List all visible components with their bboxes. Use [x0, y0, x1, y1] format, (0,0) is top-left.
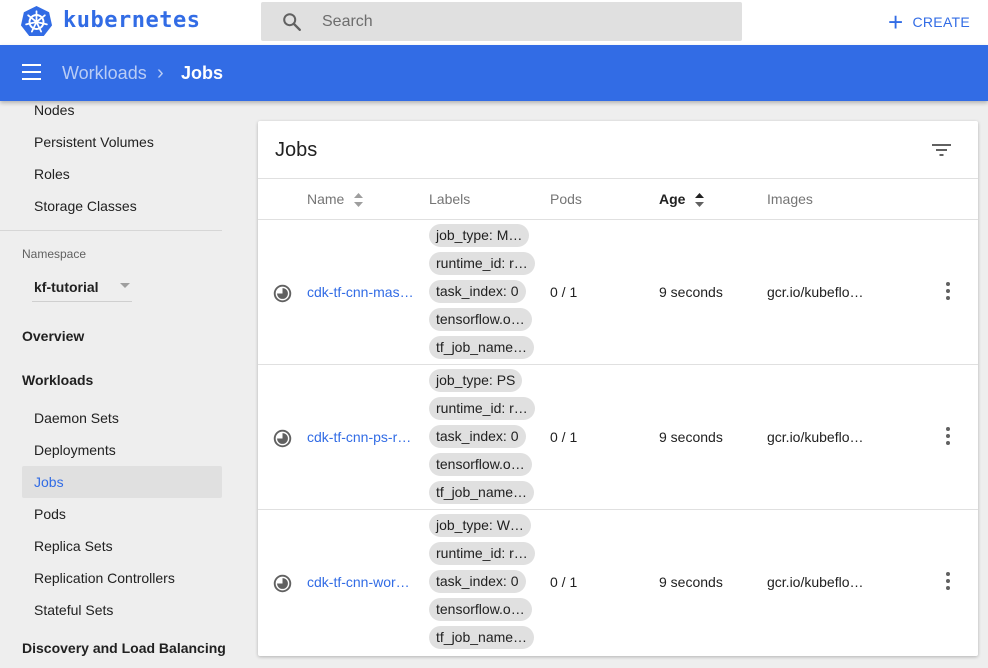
job-age: 9 seconds: [659, 284, 723, 300]
column-header-pods: Pods: [550, 191, 582, 207]
sidebar-item-jobs[interactable]: Jobs: [22, 466, 222, 498]
namespace-label: Namespace: [22, 247, 87, 261]
sidebar-workloads[interactable]: Workloads: [22, 372, 93, 388]
card-title: Jobs: [275, 139, 318, 161]
chevron-right-icon: ›: [157, 62, 164, 84]
label-chip: job_type: M…: [429, 224, 530, 247]
sort-icon: [695, 193, 705, 208]
job-age: 9 seconds: [659, 574, 723, 590]
label-chip: runtime_id: r…: [429, 397, 535, 420]
column-label: Name: [307, 191, 345, 207]
breadcrumb-workloads[interactable]: Workloads: [62, 63, 147, 84]
nav-bar: Workloads › Jobs: [0, 45, 988, 101]
label-chip: task_index: 0: [429, 280, 526, 303]
job-image: gcr.io/kubeflo…: [767, 284, 864, 300]
search-bar[interactable]: [261, 2, 742, 41]
label-chip: job_type: W…: [429, 514, 531, 537]
job-name-link[interactable]: cdk-tf-cnn-wor…: [307, 574, 410, 590]
pods-count: 0 / 1: [550, 284, 578, 300]
label-chip: task_index: 0: [429, 425, 526, 448]
dropdown-arrow-icon: [120, 283, 130, 288]
label-chip: tensorflow.o…: [429, 308, 532, 331]
label-chip: tf_job_name…: [429, 336, 535, 359]
job-name-link[interactable]: cdk-tf-cnn-mas…: [307, 284, 414, 300]
label-chip: job_type: PS: [429, 369, 523, 392]
sidebar-item-replica-sets[interactable]: Replica Sets: [22, 530, 222, 562]
more-vert-icon[interactable]: [940, 572, 956, 594]
search-input[interactable]: [322, 2, 722, 41]
sidebar-item-nodes[interactable]: Nodes: [22, 94, 222, 126]
label-chip: tf_job_name…: [429, 481, 535, 504]
divider: [258, 178, 978, 179]
create-label: CREATE: [912, 14, 971, 30]
label-chip: runtime_id: r…: [429, 542, 535, 565]
more-vert-icon[interactable]: [940, 427, 956, 449]
sidebar-discovery-load-balancing[interactable]: Discovery and Load Balancing: [22, 640, 226, 656]
label-chip: runtime_id: r…: [429, 252, 535, 275]
label-chip: task_index: 0: [429, 570, 526, 593]
sidebar-item-replication-controllers[interactable]: Replication Controllers: [22, 562, 222, 594]
sidebar-item-stateful-sets[interactable]: Stateful Sets: [22, 594, 222, 626]
pending-status-icon: [273, 574, 292, 593]
pods-count: 0 / 1: [550, 429, 578, 445]
label-chip: tensorflow.o…: [429, 453, 532, 476]
namespace-value: kf-tutorial: [34, 279, 99, 295]
sidebar-item-pods[interactable]: Pods: [22, 498, 222, 530]
sidebar-divider: [0, 230, 222, 231]
job-image: gcr.io/kubeflo…: [767, 574, 864, 590]
namespace-select[interactable]: kf-tutorial: [32, 272, 132, 302]
pending-status-icon: [273, 429, 292, 448]
label-chip: tf_job_name…: [429, 626, 535, 649]
plus-icon: +: [888, 7, 904, 37]
pending-status-icon: [273, 284, 292, 303]
sidebar-item-persistent-volumes[interactable]: Persistent Volumes: [22, 126, 222, 158]
sidebar-item-deployments[interactable]: Deployments: [22, 434, 222, 466]
job-image: gcr.io/kubeflo…: [767, 429, 864, 445]
column-header-age[interactable]: Age: [659, 191, 705, 208]
job-age: 9 seconds: [659, 429, 723, 445]
sort-icon: [354, 193, 364, 208]
pods-count: 0 / 1: [550, 574, 578, 590]
table-row: cdk-tf-cnn-mas… job_type: M… runtime_id:…: [258, 220, 978, 365]
table-row: cdk-tf-cnn-wor… job_type: W… runtime_id:…: [258, 510, 978, 655]
filter-icon[interactable]: [932, 143, 951, 157]
column-header-images: Images: [767, 191, 813, 207]
brand-name[interactable]: kubernetes: [63, 8, 200, 33]
label-chip: tensorflow.o…: [429, 598, 532, 621]
column-header-labels: Labels: [429, 191, 471, 207]
breadcrumb-current: Jobs: [181, 63, 224, 83]
table-row: cdk-tf-cnn-ps-r… job_type: PS runtime_id…: [258, 365, 978, 510]
kubernetes-logo-icon[interactable]: [20, 5, 53, 38]
column-header-name[interactable]: Name: [307, 191, 364, 208]
column-label: Age: [659, 191, 686, 207]
jobs-card: Jobs Name Labels Pods Age Images cdk-tf-…: [258, 121, 978, 656]
top-bar: kubernetes + CREATE: [0, 0, 988, 45]
sidebar-item-daemon-sets[interactable]: Daemon Sets: [22, 402, 222, 434]
sidebar-item-roles[interactable]: Roles: [22, 158, 222, 190]
create-button[interactable]: + CREATE: [888, 7, 971, 37]
search-icon: [283, 13, 301, 31]
hamburger-menu-icon[interactable]: [22, 64, 41, 81]
sidebar-overview[interactable]: Overview: [22, 328, 84, 344]
sidebar-item-storage-classes[interactable]: Storage Classes: [22, 190, 222, 222]
job-name-link[interactable]: cdk-tf-cnn-ps-r…: [307, 429, 411, 445]
more-vert-icon[interactable]: [940, 282, 956, 304]
